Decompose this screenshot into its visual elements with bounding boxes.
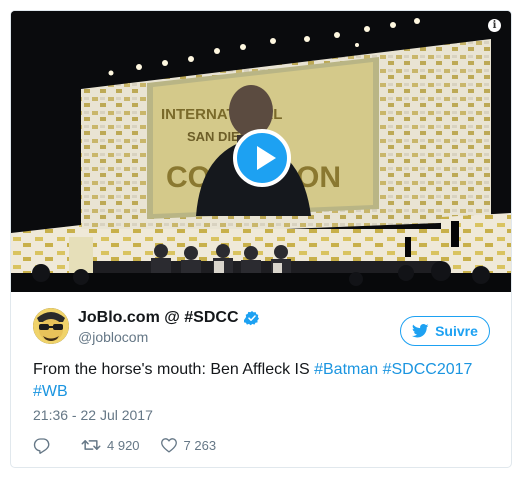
embedded-tweet-card: INTERNATIONAL SAN DIEGO COMIC CON — [10, 10, 512, 468]
like-icon — [160, 438, 177, 453]
video-player[interactable]: INTERNATIONAL SAN DIEGO COMIC CON — [11, 11, 511, 292]
author-display-name[interactable]: JoBlo.com @ #SDCC — [78, 309, 239, 327]
like-count: 7 263 — [183, 437, 217, 453]
like-button[interactable]: 7 263 — [160, 437, 217, 453]
reply-icon — [33, 438, 50, 454]
retweet-icon — [81, 440, 101, 450]
tweet-actions: 4 920 7 263 — [33, 435, 216, 455]
hashtag-link[interactable]: #WB — [33, 383, 68, 400]
tweet-timestamp[interactable]: 21:36 - 22 Jul 2017 — [33, 407, 153, 423]
tweet-text-plain: From the horse's mouth: Ben Affleck IS — [33, 361, 315, 378]
play-button[interactable] — [233, 129, 291, 187]
avatar[interactable] — [33, 308, 69, 344]
verified-icon — [244, 311, 259, 326]
hashtag-link[interactable]: #SDCC2017 — [383, 361, 473, 378]
retweet-count: 4 920 — [107, 437, 140, 453]
tweet-text: From the horse's mouth: Ben Affleck IS #… — [33, 359, 493, 403]
follow-button-label: Suivre — [435, 323, 478, 339]
twitter-bird-icon — [412, 324, 429, 338]
author-handle[interactable]: @joblocom — [78, 329, 148, 345]
retweet-button[interactable]: 4 920 — [81, 437, 140, 453]
avatar-image — [33, 308, 69, 344]
play-icon — [257, 146, 276, 170]
follow-button[interactable]: Suivre — [400, 316, 490, 346]
info-icon[interactable]: i — [488, 19, 501, 32]
reply-button[interactable] — [33, 436, 51, 454]
hashtag-link[interactable]: #Batman — [314, 361, 378, 378]
